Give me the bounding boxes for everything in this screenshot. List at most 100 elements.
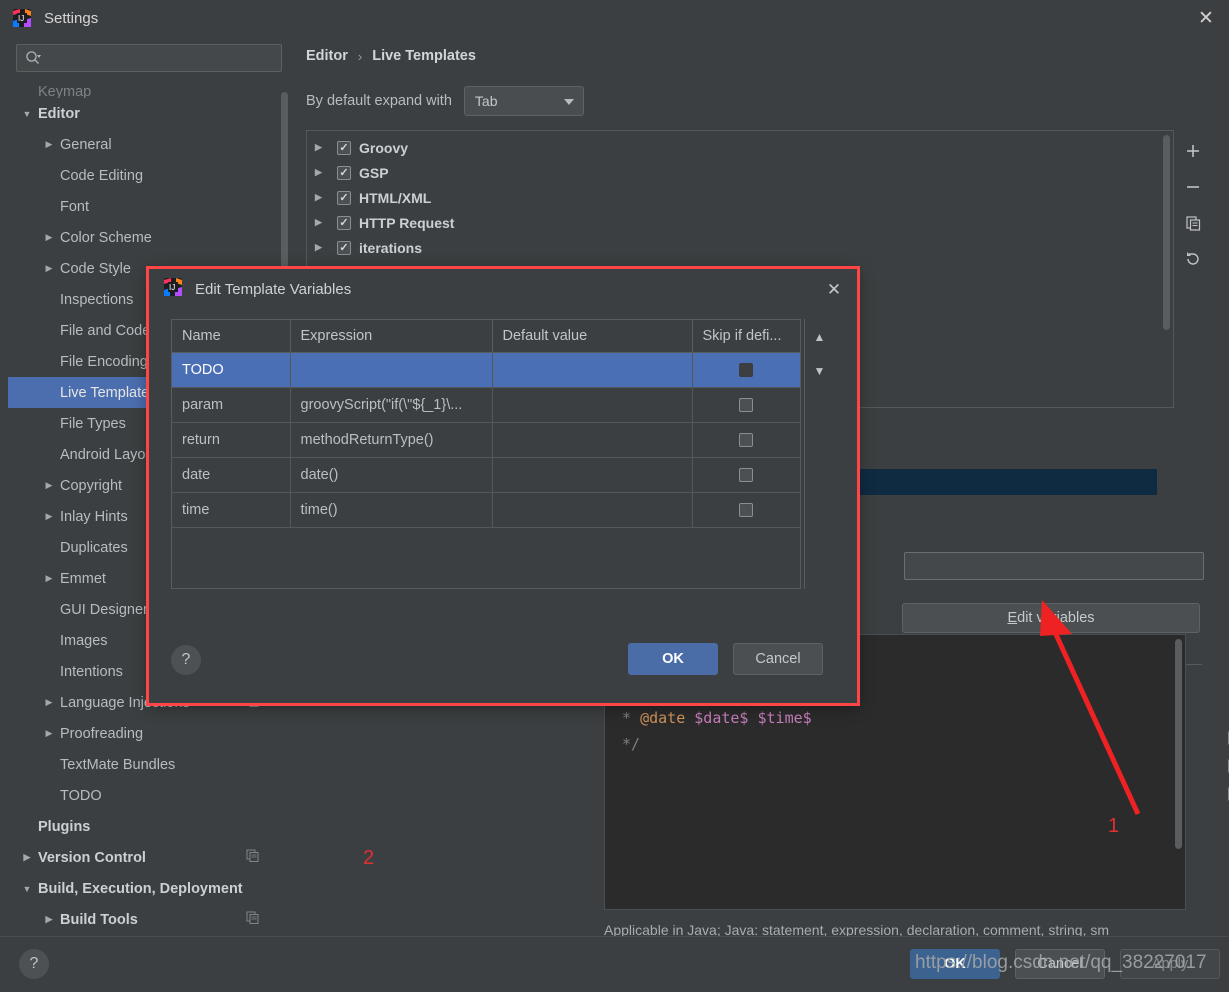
template-name-input[interactable] — [904, 552, 1204, 580]
table-column-header[interactable]: Expression — [290, 320, 493, 353]
cancel-button[interactable]: Cancel — [1015, 949, 1105, 979]
default-expand-combo[interactable]: Tab — [463, 86, 584, 116]
table-column-header[interactable]: Default value — [492, 320, 693, 353]
sidebar-item-partial[interactable]: Keymap — [8, 84, 290, 98]
table-column-header[interactable]: Name — [172, 320, 291, 353]
move-up-icon[interactable]: ▲ — [810, 327, 830, 347]
table-cell-default[interactable] — [492, 492, 693, 528]
variables-table[interactable]: Name Expression Default value Skip if defi.… — [172, 320, 800, 528]
table-cell-expression[interactable]: methodReturnType() — [290, 422, 493, 458]
template-group-checkbox[interactable]: ✓ — [337, 165, 351, 180]
skip-checkbox[interactable] — [739, 502, 753, 517]
chevron-right-icon[interactable] — [38, 914, 60, 925]
apply-button[interactable]: Apply — [1120, 949, 1220, 979]
table-cell-default[interactable] — [492, 352, 693, 388]
template-group-row[interactable]: ▶ ✓ iterations — [307, 235, 1173, 260]
duplicate-icon[interactable] — [1182, 212, 1204, 234]
move-down-icon[interactable]: ▼ — [810, 361, 830, 381]
dialog-cancel-button[interactable]: Cancel — [733, 643, 823, 675]
template-group-row[interactable]: ▶ ✓ GSP — [307, 160, 1173, 185]
table-cell-skip-if-defined[interactable] — [692, 352, 800, 388]
chevron-right-icon[interactable] — [38, 728, 60, 739]
chevron-down-icon[interactable] — [16, 884, 38, 894]
table-row[interactable]: TODO — [172, 352, 800, 388]
window-close-button[interactable]: ✕ — [1183, 0, 1229, 36]
sidebar-item-font[interactable]: Font — [8, 191, 290, 222]
table-cell-expression[interactable] — [290, 352, 493, 388]
template-group-checkbox[interactable]: ✓ — [337, 140, 351, 155]
skip-checkbox[interactable] — [739, 362, 753, 377]
sidebar-item-editor[interactable]: Editor — [8, 98, 290, 129]
help-button[interactable]: ? — [19, 949, 49, 979]
chevron-right-icon[interactable]: ▶ — [315, 217, 337, 228]
chevron-right-icon[interactable]: ▶ — [315, 142, 337, 153]
revert-icon[interactable] — [1182, 248, 1204, 270]
chevron-right-icon[interactable] — [38, 232, 60, 243]
template-group-row[interactable]: ▶ ✓ HTML/XML — [307, 185, 1173, 210]
chevron-right-icon[interactable] — [38, 480, 60, 491]
breadcrumb-editor[interactable]: Editor — [306, 48, 348, 64]
template-group-row[interactable]: ▶ ✓ Groovy — [307, 135, 1173, 160]
table-cell-default[interactable] — [492, 457, 693, 493]
template-group-checkbox[interactable]: ✓ — [337, 190, 351, 205]
skip-checkbox[interactable] — [739, 467, 753, 482]
template-group-checkbox[interactable]: ✓ — [337, 215, 351, 230]
sidebar-item-todo[interactable]: TODO — [8, 780, 290, 811]
sidebar-search[interactable] — [16, 44, 282, 72]
chevron-right-icon[interactable] — [16, 852, 38, 863]
add-icon[interactable] — [1182, 140, 1204, 162]
table-cell-skip-if-defined[interactable] — [692, 387, 800, 423]
sidebar-item-textmate-bundles[interactable]: TextMate Bundles — [8, 749, 290, 780]
chevron-right-icon[interactable]: ▶ — [315, 167, 337, 178]
table-cell-name[interactable]: time — [172, 492, 291, 528]
table-row[interactable]: return methodReturnType() — [172, 422, 800, 458]
template-group-row[interactable]: ▶ ✓ HTTP Request — [307, 210, 1173, 235]
table-cell-skip-if-defined[interactable] — [692, 492, 800, 528]
table-cell-name[interactable]: TODO — [172, 352, 291, 388]
table-cell-expression[interactable]: groovyScript("if(\"${_1}\... — [290, 387, 493, 423]
editor-scrollbar[interactable] — [1175, 639, 1182, 849]
code-line: * @date $date$ $time$ — [613, 705, 1185, 731]
chevron-right-icon[interactable] — [38, 263, 60, 274]
table-cell-skip-if-defined[interactable] — [692, 457, 800, 493]
table-cell-name[interactable]: return — [172, 422, 291, 458]
dialog-help-button[interactable]: ? — [171, 645, 201, 675]
table-cell-default[interactable] — [492, 387, 693, 423]
sidebar-item-code-editing[interactable]: Code Editing — [8, 160, 290, 191]
skip-checkbox[interactable] — [739, 397, 753, 412]
table-cell-skip-if-defined[interactable] — [692, 422, 800, 458]
sidebar-item-label: Duplicates — [60, 539, 128, 556]
skip-checkbox[interactable] — [739, 432, 753, 447]
search-input[interactable] — [41, 50, 281, 66]
chevron-right-icon[interactable] — [38, 573, 60, 584]
sidebar-item-version-control[interactable]: Version Control — [8, 842, 290, 873]
chevron-right-icon[interactable] — [38, 697, 60, 708]
table-row[interactable]: date date() — [172, 457, 800, 493]
table-cell-expression[interactable]: time() — [290, 492, 493, 528]
template-group-checkbox[interactable]: ✓ — [337, 240, 351, 255]
sidebar-item-plugins[interactable]: Plugins — [8, 811, 290, 842]
chevron-right-icon[interactable] — [38, 511, 60, 522]
table-column-header[interactable]: Skip if defi... — [692, 320, 800, 353]
template-list-scrollbar[interactable] — [1163, 135, 1170, 330]
dialog-close-button[interactable]: ✕ — [821, 277, 847, 303]
dialog-ok-button[interactable]: OK — [628, 643, 718, 675]
chevron-right-icon[interactable]: ▶ — [315, 192, 337, 203]
table-row[interactable]: param groovyScript("if(\"${_1}\... — [172, 387, 800, 423]
chevron-right-icon[interactable] — [38, 139, 60, 150]
edit-variables-button[interactable]: Edit variables — [902, 603, 1200, 633]
table-cell-default[interactable] — [492, 422, 693, 458]
remove-icon[interactable] — [1182, 176, 1204, 198]
sidebar-item-build-tools[interactable]: Build Tools — [8, 904, 290, 935]
ok-button[interactable]: OK — [910, 949, 1000, 979]
chevron-down-icon[interactable] — [16, 109, 38, 119]
sidebar-item-color-scheme[interactable]: Color Scheme — [8, 222, 290, 253]
chevron-right-icon[interactable]: ▶ — [315, 242, 337, 253]
table-row[interactable]: time time() — [172, 492, 800, 528]
sidebar-item-build-execution-deployment[interactable]: Build, Execution, Deployment — [8, 873, 290, 904]
sidebar-item-general[interactable]: General — [8, 129, 290, 160]
table-cell-name[interactable]: param — [172, 387, 291, 423]
table-cell-expression[interactable]: date() — [290, 457, 493, 493]
sidebar-item-proofreading[interactable]: Proofreading — [8, 718, 290, 749]
table-cell-name[interactable]: date — [172, 457, 291, 493]
